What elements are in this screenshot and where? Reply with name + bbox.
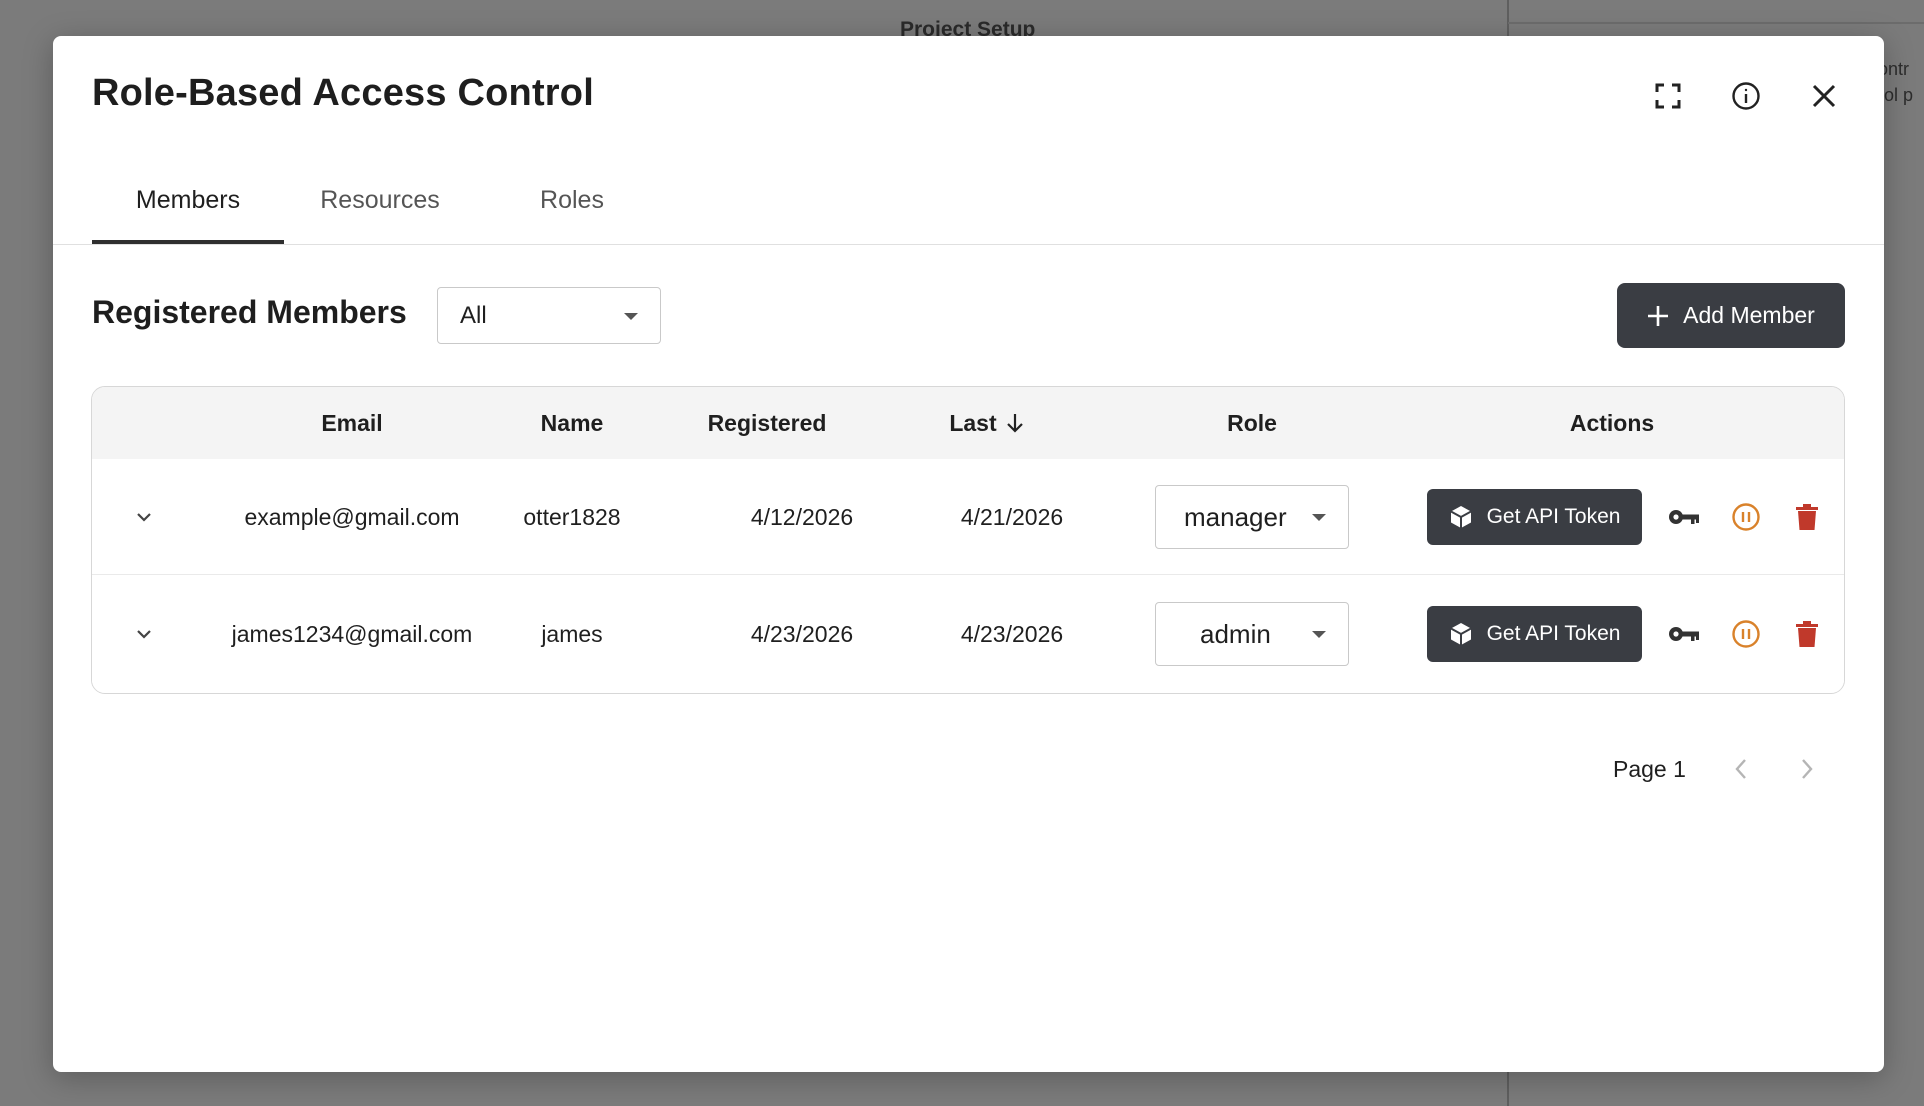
cell-email: example@gmail.com <box>244 503 460 530</box>
role-cell: admin <box>1152 576 1352 692</box>
pause-icon[interactable] <box>1726 614 1766 654</box>
member-filter-select[interactable]: All <box>437 287 661 344</box>
plus-icon <box>1648 305 1669 326</box>
column-header-registered[interactable]: Registered <box>677 387 857 459</box>
table-row: james1234@gmail.com james 4/23/2026 4/23… <box>92 576 1844 692</box>
column-header-label: Registered <box>707 409 827 436</box>
delete-icon[interactable] <box>1787 497 1827 537</box>
page-indicator: Page 1 <box>1613 755 1686 782</box>
cell-email: james1234@gmail.com <box>231 620 473 647</box>
cube-icon <box>1450 623 1472 645</box>
get-api-token-button[interactable]: Get API Token <box>1427 606 1643 662</box>
modal-header-actions <box>1646 74 1846 118</box>
table-row: example@gmail.com otter1828 4/12/2026 4/… <box>92 459 1844 575</box>
tab-members[interactable]: Members <box>92 186 284 244</box>
section-title: Registered Members <box>92 294 407 330</box>
cell-name: james <box>541 620 603 647</box>
pause-icon[interactable] <box>1726 497 1766 537</box>
members-table: Email Name Registered Last Role Actions <box>91 386 1845 694</box>
background-divider <box>1508 22 1924 24</box>
column-header-email[interactable]: Email <box>222 387 482 459</box>
next-page-button[interactable] <box>1796 754 1818 784</box>
chevron-left-icon <box>1735 759 1746 779</box>
table-header: Email Name Registered Last Role Actions <box>92 387 1844 459</box>
role-cell: manager <box>1152 459 1352 575</box>
tab-label: Roles <box>540 186 604 214</box>
actions-cell: Get API Token <box>1427 576 1827 692</box>
get-api-token-button[interactable]: Get API Token <box>1427 489 1643 545</box>
role-value: admin <box>1200 618 1271 649</box>
chevron-right-icon <box>1802 759 1813 779</box>
caret-down-icon <box>1312 631 1326 638</box>
previous-page-button[interactable] <box>1730 754 1752 784</box>
tab-resources[interactable]: Resources <box>284 186 476 244</box>
column-header-label: Name <box>540 409 604 436</box>
info-icon[interactable] <box>1724 74 1768 118</box>
close-icon[interactable] <box>1802 74 1846 118</box>
cell-registered: 4/23/2026 <box>750 620 854 647</box>
column-header-last[interactable]: Last <box>882 387 1092 459</box>
role-value: manager <box>1184 501 1287 532</box>
expand-row-button[interactable] <box>122 576 166 692</box>
add-member-label: Add Member <box>1683 302 1815 328</box>
cell-name: otter1828 <box>523 503 621 530</box>
cell-last: 4/21/2026 <box>960 503 1064 530</box>
fullscreen-icon[interactable] <box>1646 74 1690 118</box>
column-header-name[interactable]: Name <box>492 387 652 459</box>
filter-value: All <box>460 301 487 329</box>
tab-roles[interactable]: Roles <box>476 186 668 244</box>
chevron-down-icon <box>137 630 151 639</box>
rbac-modal: Role-Based Access Control Members Resour… <box>53 36 1884 1072</box>
cell-last: 4/23/2026 <box>960 620 1064 647</box>
token-button-label: Get API Token <box>1486 622 1621 645</box>
column-header-label: Role <box>1227 409 1277 436</box>
caret-down-icon <box>624 312 638 320</box>
column-header-label: Email <box>321 409 383 436</box>
tab-label: Resources <box>320 186 440 214</box>
key-icon[interactable] <box>1664 614 1704 654</box>
tabs-divider <box>53 244 1884 245</box>
role-select[interactable]: admin <box>1155 602 1349 666</box>
column-header-actions: Actions <box>1512 387 1712 459</box>
sort-arrow-down-icon <box>1006 414 1023 433</box>
delete-icon[interactable] <box>1787 614 1827 654</box>
token-button-label: Get API Token <box>1486 505 1621 528</box>
tab-bar: Members Resources Roles <box>92 186 668 244</box>
tab-label: Members <box>135 186 241 214</box>
column-header-label: Actions <box>1569 409 1655 436</box>
cube-icon <box>1450 506 1472 528</box>
pagination: Page 1 <box>1613 754 1818 784</box>
modal-title: Role-Based Access Control <box>92 72 594 114</box>
chevron-down-icon <box>137 513 151 522</box>
expand-row-button[interactable] <box>122 459 166 575</box>
add-member-button[interactable]: Add Member <box>1617 283 1845 348</box>
role-select[interactable]: manager <box>1155 485 1349 549</box>
column-header-label: Last <box>949 409 997 436</box>
column-header-role[interactable]: Role <box>1152 387 1352 459</box>
actions-cell: Get API Token <box>1427 459 1827 575</box>
cell-registered: 4/12/2026 <box>750 503 854 530</box>
caret-down-icon <box>1312 514 1326 521</box>
key-icon[interactable] <box>1664 497 1704 537</box>
